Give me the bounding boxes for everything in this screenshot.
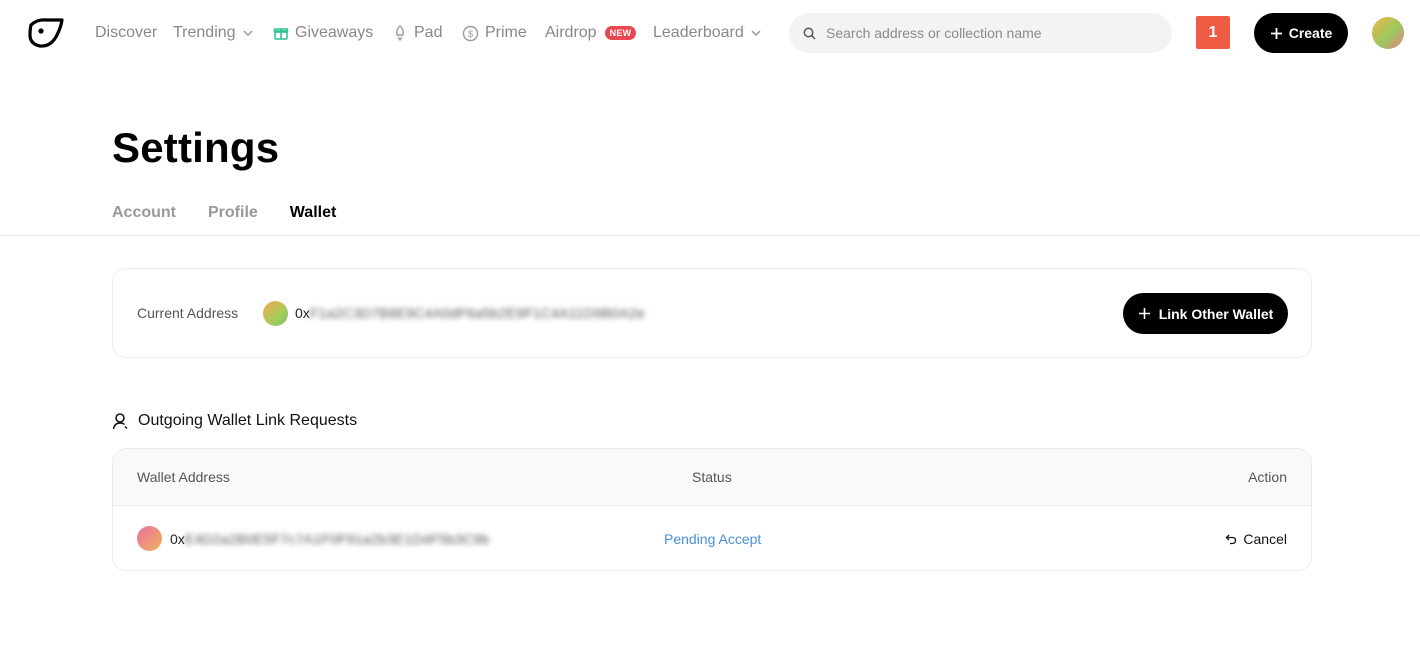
nav-pad[interactable]: Pad: [392, 22, 442, 44]
plus-icon: [1138, 308, 1150, 319]
nav-label: Pad: [414, 24, 443, 41]
nav-label: Airdrop: [545, 24, 597, 41]
cancel-button[interactable]: Cancel: [1225, 531, 1287, 547]
wallet-avatar: [137, 526, 162, 551]
link-other-wallet-label: Link Other Wallet: [1158, 305, 1274, 322]
column-wallet-address: Wallet Address: [137, 469, 230, 485]
tab-account[interactable]: Account: [112, 204, 176, 222]
notification-count[interactable]: 1: [1196, 16, 1230, 49]
current-address-label: Current Address: [137, 305, 239, 321]
chevron-down-icon: [243, 30, 253, 37]
undo-icon: [1225, 534, 1237, 545]
chevron-down-icon: [751, 30, 761, 37]
current-address-value: 0x F1a2C3D7B8E9C4A0dF6a5b2E9F1C4A11D9B0A…: [295, 305, 645, 321]
coin-icon: $: [462, 25, 479, 41]
search-input[interactable]: [826, 25, 1146, 41]
nav-discover[interactable]: Discover: [95, 22, 157, 44]
link-other-wallet-button[interactable]: Link Other Wallet: [1123, 293, 1288, 334]
column-action: Action: [1248, 469, 1287, 485]
create-button[interactable]: Create: [1254, 13, 1348, 53]
nav-label: Trending: [173, 24, 236, 41]
request-wallet-address: 0x E4D2a2B0E5F7c7A1F0F91a2b3E1D4F5b3C9b: [170, 531, 489, 547]
address-masked: E4D2a2B0E5F7c7A1F0F91a2b3E1D4F5b3C9b: [184, 531, 490, 547]
table-header: Wallet Address Status Action: [113, 449, 1311, 506]
settings-tabs: Account Profile Wallet: [112, 204, 336, 222]
user-icon: [112, 413, 128, 430]
new-badge: NEW: [604, 26, 637, 40]
current-address-card: Current Address 0x F1a2C3D7B8E9C4A0dF6a5…: [112, 268, 1312, 358]
address-prefix: 0x: [295, 305, 310, 321]
top-nav: Discover Trending Giveaways Pad $ Prime …: [0, 0, 1420, 66]
nav-trending[interactable]: Trending: [173, 22, 254, 44]
nav-prime[interactable]: $ Prime: [462, 22, 527, 44]
user-avatar[interactable]: [1372, 17, 1404, 49]
gift-icon: [273, 28, 289, 40]
tabs-divider: [0, 235, 1420, 236]
address-masked: F1a2C3D7B8E9C4A0dF6a5b2E9F1C4A11D9B0A2e: [309, 305, 645, 321]
address-prefix: 0x: [170, 531, 185, 547]
tab-profile[interactable]: Profile: [208, 204, 258, 222]
nav-label: Prime: [485, 24, 527, 41]
page-title: Settings: [112, 124, 280, 171]
plus-icon: [1270, 27, 1282, 39]
tab-wallet[interactable]: Wallet: [290, 204, 337, 222]
requests-table: Wallet Address Status Action 0x E4D2a2B0…: [112, 448, 1312, 571]
table-row: 0x E4D2a2B0E5F7c7A1F0F91a2b3E1D4F5b3C9b …: [113, 506, 1311, 570]
nav-label: Leaderboard: [653, 24, 744, 41]
create-label: Create: [1288, 25, 1333, 41]
search-bar[interactable]: [789, 13, 1172, 53]
status-pending[interactable]: Pending Accept: [664, 531, 761, 547]
search-icon: [803, 27, 816, 40]
cancel-label: Cancel: [1243, 531, 1287, 547]
nav-leaderboard[interactable]: Leaderboard: [653, 22, 762, 44]
rocket-icon: [396, 25, 404, 41]
nav-giveaways[interactable]: Giveaways: [273, 22, 373, 44]
wallet-avatar: [263, 301, 288, 326]
outgoing-requests-heading: Outgoing Wallet Link Requests: [112, 412, 357, 430]
logo-icon[interactable]: [27, 17, 65, 49]
heading-text: Outgoing Wallet Link Requests: [138, 412, 358, 429]
nav-label: Giveaways: [295, 24, 374, 41]
svg-text:$: $: [468, 29, 473, 39]
nav-airdrop[interactable]: Airdrop NEW: [545, 22, 637, 44]
column-status: Status: [692, 469, 732, 485]
nav-label: Discover: [95, 24, 158, 41]
